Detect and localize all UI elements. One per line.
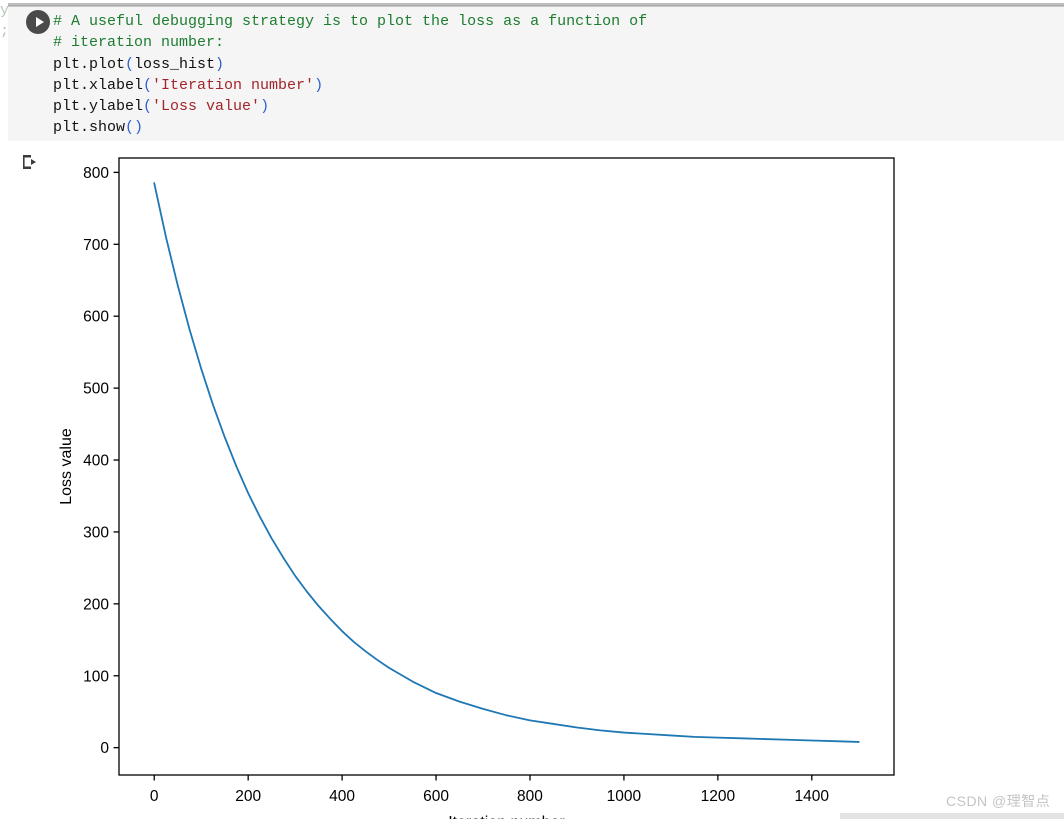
code-token-comment: # A useful debugging strategy is to plot… <box>53 13 648 30</box>
matplotlib-figure: 0 200 400 600 800 1000 1200 1400 0 100 200 300 400 50… <box>40 141 920 824</box>
code-token-paren: ( <box>125 55 135 73</box>
x-tick-label: 400 <box>329 788 355 805</box>
code-token-paren: ) <box>260 98 270 116</box>
code-token-plain: loss_hist <box>134 55 216 73</box>
gutter-ghost-text: y ; <box>0 2 8 40</box>
code-token-paren: ) <box>215 55 225 73</box>
code-token-str: 'Loss value' <box>152 98 261 116</box>
x-tick-label: 1000 <box>607 788 642 805</box>
y-tick-label: 200 <box>83 596 109 613</box>
code-token-comment: # iteration number: <box>53 34 225 52</box>
y-tick-label: 400 <box>83 453 109 470</box>
code-token-paren: ( <box>143 98 153 116</box>
code-line: # iteration number: <box>53 32 1060 53</box>
code-line: plt.show() <box>53 117 1060 138</box>
code-line: plt.xlabel('Iteration number') <box>53 75 1060 96</box>
y-tick-label: 700 <box>83 237 109 254</box>
csdn-watermark: CSDN @理智点 <box>946 793 1051 809</box>
code-line: plt.ylabel('Loss value') <box>53 96 1060 117</box>
x-tick-label: 200 <box>235 788 261 805</box>
code-token-paren: ( <box>143 76 153 94</box>
y-tick-label: 0 <box>100 740 109 757</box>
code-line: # A useful debugging strategy is to plot… <box>53 11 1060 32</box>
code-token-plain: plt.show <box>53 119 126 137</box>
code-token-plain: plt.ylabel <box>53 98 144 116</box>
x-tick-label: 600 <box>423 788 449 805</box>
y-axis-label: Loss value <box>58 428 75 505</box>
run-cell-button[interactable] <box>26 10 50 34</box>
cell-output: 0 200 400 600 800 1000 1200 1400 0 100 200 300 400 50… <box>0 141 1064 824</box>
code-line: plt.plot(loss_hist) <box>53 54 1060 75</box>
x-tick-label: 1400 <box>795 788 830 805</box>
play-icon <box>35 17 44 27</box>
x-tick-label: 800 <box>517 788 543 805</box>
x-tick-label: 1200 <box>701 788 736 805</box>
horizontal-scrollbar[interactable] <box>840 813 1064 819</box>
code-token-paren: ) <box>134 119 144 137</box>
code-token-paren: ) <box>314 76 324 94</box>
y-tick-label: 600 <box>83 309 109 326</box>
code-token-str: 'Iteration number' <box>152 76 315 94</box>
code-token-paren: ( <box>125 119 135 137</box>
loss-curve-plot: 0 200 400 600 800 1000 1200 1400 0 100 200 300 400 50… <box>58 157 895 824</box>
y-tick-label: 300 <box>83 524 109 541</box>
y-tick-label: 800 <box>83 165 109 182</box>
y-tick-label: 100 <box>83 668 109 685</box>
code-editor[interactable]: # A useful debugging strategy is to plot… <box>53 11 1060 139</box>
code-token-plain: plt.xlabel <box>53 76 144 94</box>
output-arrow-icon <box>20 153 38 171</box>
y-tick-label: 500 <box>83 381 109 398</box>
plot-frame <box>118 157 895 776</box>
x-tick-label: 0 <box>150 788 159 805</box>
code-token-plain: plt.plot <box>53 55 126 73</box>
code-cell[interactable]: # A useful debugging strategy is to plot… <box>8 3 1064 141</box>
x-axis-label: Iteration number <box>448 814 565 819</box>
